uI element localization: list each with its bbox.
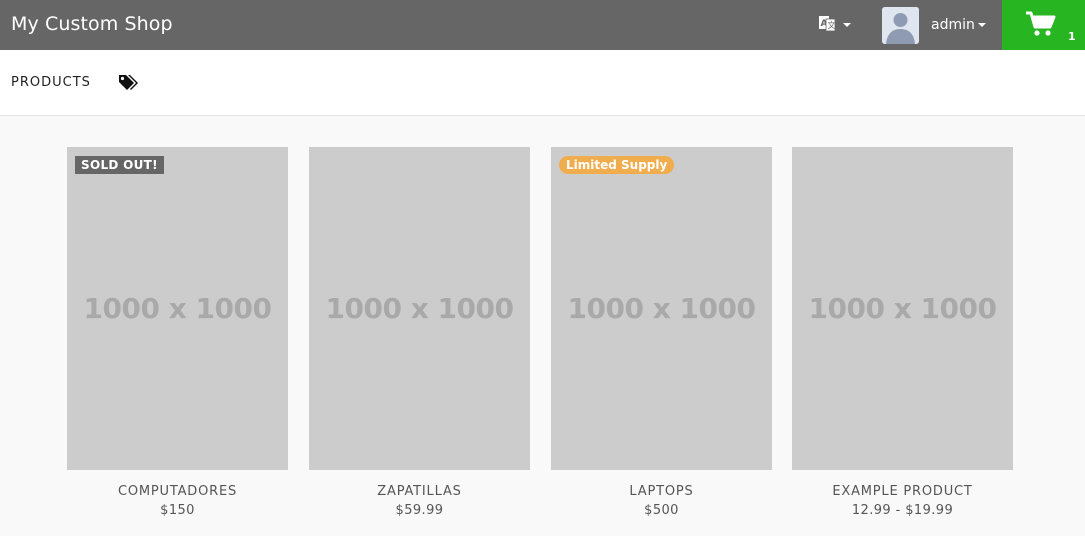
product-card-laptops[interactable]: 1000 x 1000 Limited Supply LAPTOPS $500	[551, 147, 772, 518]
product-name[interactable]: EXAMPLE PRODUCT	[792, 484, 1013, 499]
product-image[interactable]: 1000 x 1000 SOLD OUT!	[67, 147, 288, 470]
tags-icon[interactable]	[118, 74, 140, 97]
product-image[interactable]: 1000 x 1000	[309, 147, 530, 470]
product-card-computadores[interactable]: 1000 x 1000 SOLD OUT! COMPUTADORES $150	[67, 147, 288, 518]
product-name[interactable]: COMPUTADORES	[67, 484, 288, 499]
top-navbar: My Custom Shop A 文 admin 1	[0, 0, 1085, 50]
chevron-down-icon	[843, 23, 851, 27]
image-placeholder-label: 1000 x 1000	[83, 292, 272, 325]
translate-icon: A 文	[818, 14, 836, 37]
product-card-zapatillas[interactable]: 1000 x 1000 ZAPATILLAS $59.99	[309, 147, 530, 518]
cart-button[interactable]: 1	[1002, 0, 1085, 50]
product-card-example-product[interactable]: 1000 x 1000 EXAMPLE PRODUCT 12.99 - $19.…	[792, 147, 1013, 518]
avatar	[882, 6, 919, 44]
image-placeholder-label: 1000 x 1000	[567, 292, 756, 325]
user-menu[interactable]: admin	[882, 6, 986, 44]
cart-count-badge: 1	[1068, 30, 1076, 43]
chevron-down-icon	[977, 23, 986, 27]
image-placeholder-label: 1000 x 1000	[808, 292, 997, 325]
nav-products-link[interactable]: PRODUCTS	[11, 75, 91, 90]
shop-brand[interactable]: My Custom Shop	[11, 13, 173, 35]
product-name[interactable]: ZAPATILLAS	[309, 484, 530, 499]
sold-out-badge: SOLD OUT!	[75, 156, 164, 174]
product-price: $59.99	[395, 503, 444, 518]
product-price: $500	[644, 503, 679, 518]
username-label: admin	[931, 17, 975, 33]
secondary-nav: PRODUCTS	[0, 50, 1085, 116]
shopping-cart-icon	[1026, 11, 1056, 42]
image-placeholder-label: 1000 x 1000	[325, 292, 514, 325]
user-silhouette-icon	[882, 6, 919, 44]
product-image[interactable]: 1000 x 1000	[792, 147, 1013, 470]
language-selector[interactable]: A 文	[818, 14, 856, 36]
product-price: 12.99 - $19.99	[851, 503, 954, 518]
product-name[interactable]: LAPTOPS	[551, 484, 772, 499]
product-price: $150	[160, 503, 195, 518]
limited-supply-badge: Limited Supply	[559, 156, 675, 174]
svg-text:文: 文	[828, 20, 836, 30]
product-image[interactable]: 1000 x 1000 Limited Supply	[551, 147, 772, 470]
